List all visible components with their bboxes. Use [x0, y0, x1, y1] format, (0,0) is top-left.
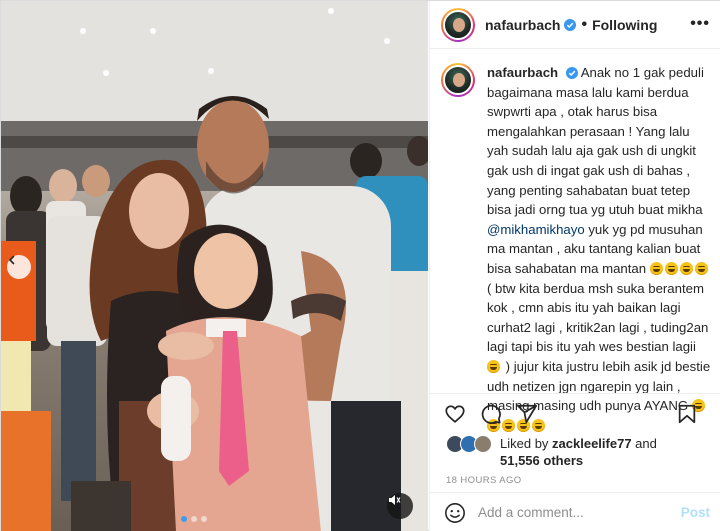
likes-prefix: Liked by [500, 436, 553, 451]
liker-avatar [474, 435, 492, 453]
emoji-icon [649, 261, 663, 275]
mute-toggle-button[interactable] [387, 493, 413, 519]
instagram-post: nafaurbach • Following ••• nafaurbach An… [0, 0, 720, 531]
caption-username[interactable]: nafaurbach [487, 65, 558, 80]
share-button[interactable] [515, 402, 539, 426]
caption-block: nafaurbach Anak no 1 gak peduli bagaiman… [441, 63, 711, 435]
caption-avatar[interactable] [441, 63, 475, 97]
author-avatar[interactable] [441, 7, 475, 42]
liker-username[interactable]: zackleelife77 [552, 436, 632, 451]
more-options-button[interactable]: ••• [690, 15, 710, 33]
caption-text: nafaurbach Anak no 1 gak peduli bagaiman… [487, 63, 711, 435]
emoji-icon [694, 261, 708, 275]
chevron-left-icon [8, 255, 15, 265]
mute-icon [389, 495, 401, 505]
carousel-dot-active [181, 516, 187, 522]
comment-button[interactable] [479, 402, 503, 426]
header-separator: • [581, 15, 588, 33]
heart-icon [445, 404, 465, 423]
save-icon [678, 404, 696, 424]
action-bar [430, 393, 720, 433]
emoji-icon [679, 261, 693, 275]
emoji-icon [664, 261, 678, 275]
likes-count[interactable]: 51,556 others [500, 453, 583, 468]
verified-icon [564, 18, 577, 31]
post-timestamp[interactable]: 18 HOURS AGO [446, 475, 522, 486]
following-button[interactable]: Following [592, 17, 657, 33]
carousel-indicator [181, 516, 207, 522]
post-side-panel: nafaurbach • Following ••• nafaurbach An… [429, 1, 720, 531]
comment-input[interactable]: Add a comment... [478, 505, 681, 520]
likes-summary: Liked by zackleelife77 and 51,556 others [446, 435, 657, 469]
caption-body-3: ( btw kita berdua msh suka berantem kok … [487, 280, 709, 355]
post-photo[interactable] [1, 1, 428, 531]
emoji-icon [487, 359, 500, 373]
photo-illustration [1, 1, 428, 531]
save-button[interactable] [675, 402, 699, 426]
author-username[interactable]: nafaurbach [485, 17, 560, 33]
post-header: nafaurbach • Following ••• [430, 1, 720, 49]
previous-photo-button[interactable] [7, 255, 31, 279]
verified-icon [565, 67, 578, 79]
share-icon [516, 404, 538, 423]
comment-icon [481, 404, 501, 424]
likes-middle: and [631, 436, 657, 451]
liker-avatars[interactable] [446, 435, 496, 455]
carousel-dot [191, 516, 197, 522]
post-comment-button[interactable]: Post [681, 505, 710, 520]
carousel-dot [201, 516, 207, 522]
caption-mention[interactable]: @mikhamikhayo [487, 222, 585, 237]
emoji-picker-icon[interactable] [444, 502, 466, 524]
like-button[interactable] [443, 402, 467, 426]
comment-box: Add a comment... Post [430, 492, 720, 531]
caption-body-1: Anak no 1 gak peduli bagaimana masa lalu… [487, 65, 704, 218]
